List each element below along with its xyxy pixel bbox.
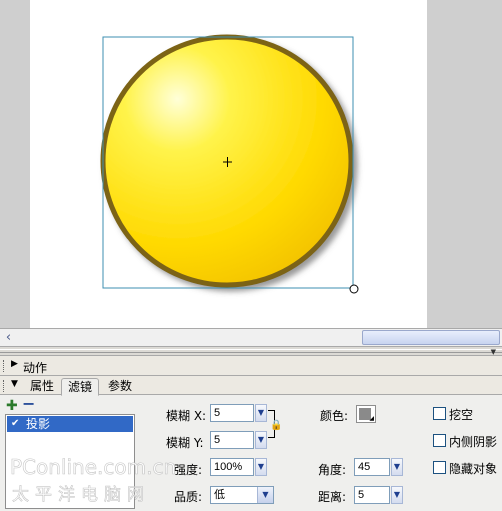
quality-value: 低 bbox=[214, 488, 225, 501]
quality-dropdown[interactable]: 低 ▼ bbox=[210, 486, 274, 504]
transform-handle[interactable] bbox=[349, 284, 359, 294]
strength-label: 强度: bbox=[174, 463, 203, 477]
list-item[interactable]: ✔ 投影 bbox=[7, 416, 133, 432]
stage-drawing bbox=[100, 34, 359, 294]
blur-x-stepper[interactable]: ▼ bbox=[255, 404, 267, 422]
strength-stepper[interactable]: ▼ bbox=[255, 458, 267, 476]
strength-field[interactable]: 100% bbox=[210, 458, 254, 476]
remove-filter-icon[interactable]: − bbox=[22, 396, 35, 412]
blur-y-field[interactable]: 5 bbox=[210, 431, 254, 449]
color-label: 颜色: bbox=[320, 409, 349, 423]
distance-stepper[interactable]: ▼ bbox=[391, 486, 403, 504]
knockout-label: 挖空 bbox=[449, 408, 474, 422]
angle-stepper[interactable]: ▼ bbox=[391, 458, 403, 476]
quality-label: 品质: bbox=[174, 490, 203, 504]
checkmark-icon[interactable]: ✔ bbox=[11, 416, 19, 432]
blur-x-label: 模糊 X: bbox=[166, 409, 207, 423]
distance-label: 距离: bbox=[318, 490, 347, 504]
panel-grip[interactable] bbox=[3, 380, 5, 392]
inner-shadow-label: 内侧阴影 bbox=[449, 435, 498, 449]
horizontal-scrollbar[interactable]: ‹ bbox=[0, 328, 502, 347]
panel-grip[interactable] bbox=[3, 360, 5, 372]
filter-list[interactable]: ✔ 投影 bbox=[5, 414, 135, 509]
collapse-down-icon[interactable]: ▼ bbox=[491, 348, 496, 356]
hide-object-checkbox[interactable] bbox=[433, 461, 446, 474]
knockout-checkbox[interactable] bbox=[433, 407, 446, 420]
blur-y-label: 模糊 Y: bbox=[166, 436, 204, 450]
add-filter-icon[interactable]: ✚ bbox=[6, 399, 18, 413]
chevron-down-icon[interactable]: ▼ bbox=[257, 487, 273, 503]
angle-field[interactable]: 45 bbox=[354, 458, 390, 476]
panel-splitter[interactable]: ▼ bbox=[0, 347, 502, 356]
tab-filters[interactable]: 滤镜 bbox=[61, 378, 100, 396]
properties-panel-header: ▼ 属性 滤镜 参数 bbox=[0, 376, 502, 396]
actions-panel-header[interactable]: ▶ 动作 bbox=[0, 356, 502, 376]
actions-panel-title[interactable]: 动作 bbox=[23, 359, 47, 376]
hide-object-label: 隐藏对象 bbox=[449, 462, 498, 476]
scrollbar-thumb[interactable] bbox=[362, 330, 500, 345]
angle-label: 角度: bbox=[318, 463, 347, 477]
distance-field[interactable]: 5 bbox=[354, 486, 390, 504]
inner-shadow-checkbox[interactable] bbox=[433, 434, 446, 447]
scroll-left-icon[interactable]: ‹ bbox=[0, 329, 17, 346]
dropdown-triangle-icon: ◢ bbox=[369, 415, 374, 422]
filter-item-label: 投影 bbox=[26, 417, 51, 431]
tab-properties[interactable]: 属性 bbox=[24, 378, 60, 395]
splitter-grip bbox=[0, 349, 502, 353]
tab-parameters[interactable]: 参数 bbox=[102, 378, 138, 395]
collapse-down-icon[interactable]: ▼ bbox=[11, 379, 18, 389]
expand-right-icon[interactable]: ▶ bbox=[11, 359, 18, 369]
color-swatch[interactable]: ◢ bbox=[356, 405, 376, 423]
lock-icon[interactable]: 🔒 bbox=[270, 420, 282, 431]
stage-area bbox=[0, 0, 502, 328]
blur-x-field[interactable]: 5 bbox=[210, 404, 254, 422]
blur-y-stepper[interactable]: ▼ bbox=[255, 431, 267, 449]
